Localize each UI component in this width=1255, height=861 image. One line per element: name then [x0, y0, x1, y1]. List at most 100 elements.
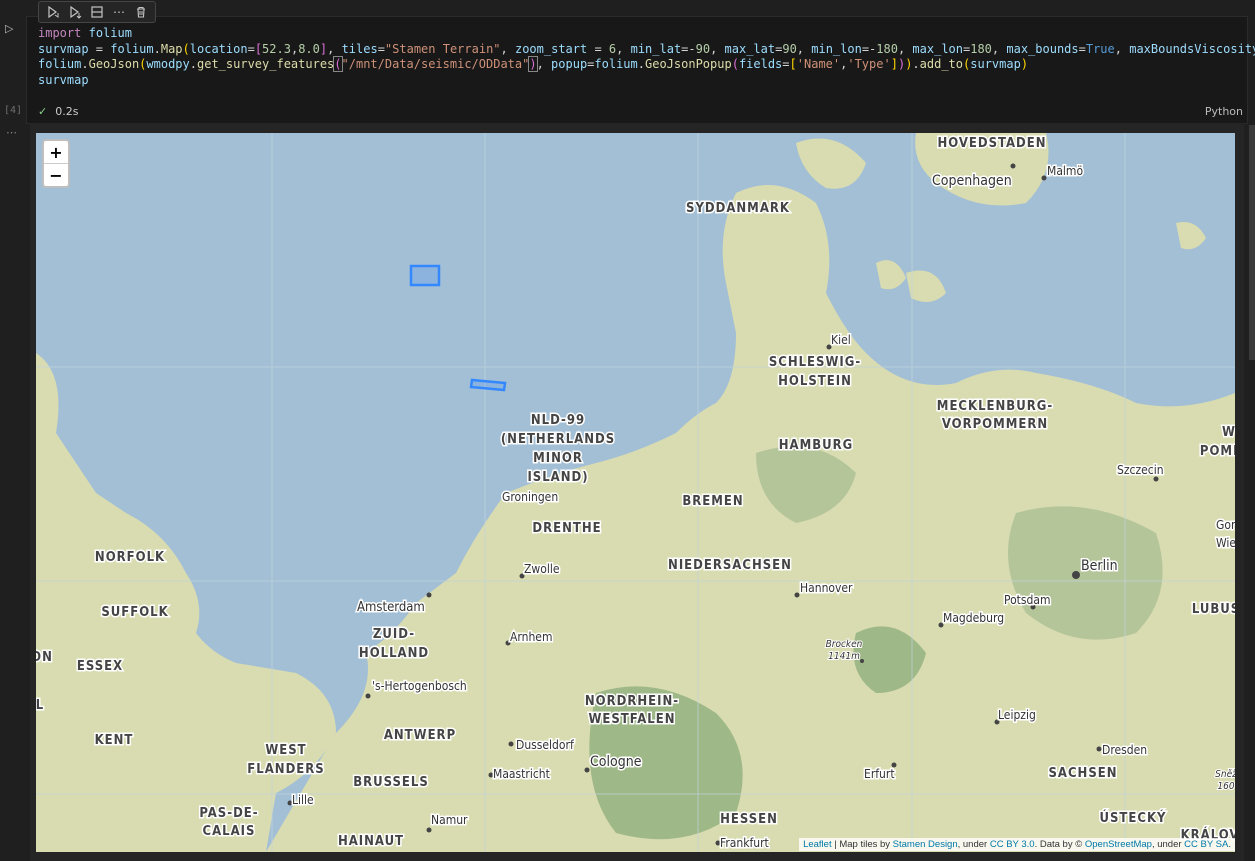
osm-link[interactable]: OpenStreetMap — [1085, 839, 1152, 850]
region-label: BRUSSELS — [353, 775, 429, 790]
peak-name: Brocken — [826, 639, 863, 650]
zoom-in-button[interactable]: + — [44, 141, 68, 164]
run-cell-icon[interactable]: ▷ — [5, 22, 13, 35]
city-label: Dusseldorf — [516, 738, 575, 752]
city-label: Leipzig — [998, 708, 1036, 722]
region-label: POME — [1200, 444, 1235, 459]
zoom-control: + − — [42, 139, 70, 188]
city-label: 's-Hertogenbosch — [372, 679, 467, 693]
ccbysa-link[interactable]: CC BY SA — [1184, 839, 1228, 850]
city-dot — [508, 741, 514, 747]
cell-toolbar: ⋯ — [38, 1, 156, 23]
leaflet-link[interactable]: Leaflet — [803, 839, 832, 850]
region-label: NLD-99 — [531, 413, 585, 428]
code-editor[interactable]: import folium survmap = folium.Map(locat… — [38, 26, 1255, 88]
region-label: SYDDANMARK — [686, 201, 790, 216]
success-check-icon: ✓ — [38, 105, 48, 118]
region-label: HESSEN — [720, 812, 778, 827]
region-label: NIEDERSACHSEN — [668, 558, 792, 573]
region-label: HOLLAND — [359, 646, 429, 661]
attrib-text: | Map tiles by — [831, 839, 893, 850]
city-label: Wie — [1216, 536, 1235, 550]
output-more-icon[interactable]: ⋯ — [6, 126, 17, 139]
city-label: Kiel — [831, 333, 851, 347]
execution-count: [4] — [4, 105, 23, 116]
edge-peak-elevation: 160 — [1217, 781, 1234, 792]
region-label: BREMEN — [682, 494, 743, 509]
city-label: Amsterdam — [357, 600, 425, 615]
execute-below-icon[interactable] — [65, 3, 85, 21]
region-label: HAMBURG — [779, 438, 854, 453]
city-dot — [426, 827, 432, 833]
region-label: MECKLENBURG- — [937, 399, 1053, 414]
region-label: LUBUS — [1192, 602, 1235, 617]
city-label: Potsdam — [1004, 593, 1051, 607]
city-label: Erfurt — [864, 767, 895, 781]
attrib-text: . Data by © — [1034, 839, 1085, 850]
region-label: FLANDERS — [247, 762, 324, 777]
attrib-text: . — [1228, 839, 1231, 850]
city-label: Frankfurt — [720, 836, 769, 850]
region-label: CALAIS — [203, 824, 256, 839]
region-label: NORFOLK — [95, 550, 165, 565]
city-dot — [1041, 175, 1047, 181]
region-label: W — [1222, 425, 1235, 440]
run-by-line-icon[interactable] — [43, 3, 63, 21]
region-label: ÚSTECKÝ — [1099, 810, 1166, 826]
city-dot — [1096, 746, 1102, 752]
region-label: HOVEDSTADEN — [937, 136, 1046, 151]
city-label: Dresden — [1102, 743, 1147, 757]
city-label: Berlin — [1081, 558, 1118, 574]
code-line-1: import folium — [38, 26, 132, 40]
region-label: ANTWERP — [384, 728, 456, 743]
region-label: MINOR — [533, 451, 583, 466]
attrib-text: , under — [957, 839, 990, 850]
more-icon[interactable]: ⋯ — [109, 3, 129, 21]
city-label: Copenhagen — [932, 173, 1012, 189]
code-line-2: survmap = folium.Map(location=[52.3,8.0]… — [38, 41, 1255, 56]
city-label: Cologne — [590, 754, 642, 770]
folium-map[interactable]: HOVEDSTADEN SYDDANMARK SCHLESWIG- HOLSTE… — [36, 133, 1235, 852]
region-label: KENT — [95, 733, 134, 748]
city-dot — [1072, 571, 1080, 579]
region-label: L — [36, 698, 44, 713]
code-line-4: survmap — [38, 72, 89, 87]
region-label: SCHLESWIG- — [769, 355, 861, 370]
region-label: SUFFOLK — [101, 605, 168, 620]
edge-peak-name: Sněž — [1215, 768, 1235, 780]
execution-time: 0.2s — [55, 105, 79, 118]
attrib-text: , under — [1151, 839, 1185, 850]
cell-status: ✓ 0.2s — [38, 105, 78, 118]
zoom-out-button[interactable]: − — [44, 164, 68, 186]
stamen-link[interactable]: Stamen Design — [893, 839, 958, 850]
region-label: HOLSTEIN — [778, 374, 852, 389]
city-label: Arnhem — [510, 630, 552, 644]
split-cell-icon[interactable] — [87, 3, 107, 21]
region-label: (NETHERLANDS — [501, 432, 615, 447]
code-line-3: folium.GeoJson(wmodpy.get_survey_feature… — [38, 56, 1029, 73]
ccby-link[interactable]: CC BY 3.0 — [990, 839, 1035, 850]
city-dot — [1153, 476, 1159, 482]
scrollbar[interactable] — [1249, 125, 1255, 360]
city-dot — [426, 592, 432, 598]
region-label: ESSEX — [77, 659, 123, 674]
survey-feature-1[interactable] — [409, 264, 441, 287]
cell-language[interactable]: Python — [1205, 105, 1243, 118]
map-attribution: Leaflet | Map tiles by Stamen Design, un… — [799, 838, 1235, 851]
region-label: PAS-DE- — [199, 806, 258, 821]
city-label: Namur — [431, 813, 468, 827]
region-label: HAINAUT — [338, 834, 404, 849]
peak-marker — [860, 659, 864, 663]
city-label: Magdeburg — [943, 611, 1004, 625]
city-label: Szczecin — [1117, 463, 1164, 477]
city-label: Hannover — [800, 581, 853, 595]
city-label: Malmö — [1047, 164, 1083, 178]
city-dot — [365, 693, 371, 699]
city-dot — [584, 767, 590, 773]
region-label: SACHSEN — [1048, 766, 1117, 781]
city-dot — [1010, 163, 1016, 169]
delete-icon[interactable] — [131, 3, 151, 21]
survey-feature-2[interactable] — [469, 378, 507, 392]
city-label: Lille — [292, 793, 314, 807]
map-tiles[interactable]: HOVEDSTADEN SYDDANMARK SCHLESWIG- HOLSTE… — [36, 133, 1235, 852]
